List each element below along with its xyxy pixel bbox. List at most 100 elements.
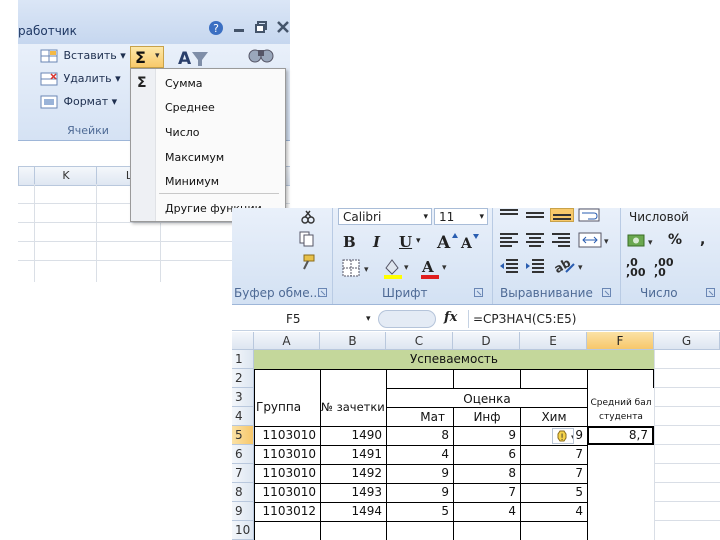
cell-chemistry[interactable]: 4 xyxy=(520,502,587,521)
cell-average[interactable] xyxy=(587,502,654,521)
close-icon[interactable] xyxy=(276,20,290,37)
cell-average-active[interactable]: 8,7 xyxy=(587,426,654,445)
align-center-icon[interactable] xyxy=(524,232,546,251)
minimize-icon[interactable] xyxy=(232,20,246,37)
formula-input[interactable]: =СРЗНАЧ(C5:E5) xyxy=(468,310,720,328)
cell-math[interactable]: 9 xyxy=(386,464,453,483)
header-subject-informatics[interactable]: Инф xyxy=(454,408,520,427)
row-header-6[interactable]: 6 xyxy=(232,445,254,464)
error-warning-icon[interactable]: ! ▾ xyxy=(552,428,575,444)
row-header-4[interactable]: 4 xyxy=(232,407,254,426)
percent-button[interactable]: % xyxy=(668,232,682,248)
autosum-button[interactable]: Σ ▾ xyxy=(130,46,164,68)
copy-icon[interactable] xyxy=(298,230,316,251)
cell-group[interactable]: 1103010 xyxy=(254,483,320,502)
chevron-down-icon[interactable]: ▾ xyxy=(416,236,421,246)
header-group[interactable]: Группа xyxy=(256,398,320,417)
row-header-5[interactable]: 5 xyxy=(232,426,254,445)
cell-group[interactable]: 1103010 xyxy=(254,464,320,483)
dialog-launcher-icon[interactable] xyxy=(602,288,612,301)
row-header-3[interactable]: 3 xyxy=(232,388,254,407)
row-header-7[interactable]: 7 xyxy=(232,464,254,483)
align-top-icon[interactable] xyxy=(498,208,520,225)
row-header-10[interactable]: 10 xyxy=(232,521,254,540)
col-header-g[interactable]: G xyxy=(654,332,720,350)
cell-informatics[interactable]: 9 xyxy=(453,426,520,445)
number-format-select[interactable]: Числовой xyxy=(624,208,716,225)
insert-function-button[interactable]: fx xyxy=(444,310,457,325)
decrease-indent-icon[interactable] xyxy=(498,258,520,277)
format-painter-icon[interactable] xyxy=(298,253,316,274)
cell-informatics[interactable]: 7 xyxy=(453,483,520,502)
header-subject-chemistry[interactable]: Хим xyxy=(521,408,587,427)
menu-item-sum[interactable]: Сумма xyxy=(165,77,203,90)
cell-chemistry[interactable]: 5 xyxy=(520,483,587,502)
col-header-a[interactable]: A xyxy=(254,332,320,350)
menu-item-average[interactable]: Среднее xyxy=(165,101,215,114)
cell-average[interactable] xyxy=(587,464,654,483)
formula-bar-splitter[interactable] xyxy=(378,310,436,328)
menu-item-max[interactable]: Максимум xyxy=(165,151,224,164)
cell-informatics[interactable]: 8 xyxy=(453,464,520,483)
name-box[interactable]: F5 ▾ xyxy=(236,310,376,328)
cell-book[interactable]: 1491 xyxy=(320,445,386,464)
col-header-e[interactable]: E xyxy=(520,332,587,350)
align-bottom-icon[interactable] xyxy=(550,208,574,222)
cell-average[interactable] xyxy=(587,483,654,502)
cell-chemistry[interactable]: 7 xyxy=(520,464,587,483)
header-book-number[interactable]: № зачетки xyxy=(321,398,386,417)
insert-button[interactable]: Вставить ▾ xyxy=(40,48,126,64)
font-name-select[interactable]: Calibri ▾ xyxy=(338,208,432,225)
dialog-launcher-icon[interactable] xyxy=(706,288,716,301)
menu-item-count[interactable]: Число xyxy=(165,126,200,139)
borders-icon[interactable]: ▾ xyxy=(342,258,374,281)
decrease-decimal-button[interactable]: ,00 ,0 xyxy=(654,257,674,278)
col-header-d[interactable]: D xyxy=(453,332,520,350)
wrap-text-icon[interactable] xyxy=(578,208,602,225)
format-button[interactable]: Формат ▾ xyxy=(40,94,117,110)
increase-indent-icon[interactable] xyxy=(524,258,546,277)
row-header-1[interactable]: 1 xyxy=(232,350,254,369)
col-header-c[interactable]: C xyxy=(386,332,453,350)
cell-chemistry[interactable]: 7 xyxy=(520,445,587,464)
cell-group[interactable]: 1103012 xyxy=(254,502,320,521)
merge-center-icon[interactable]: ▾ xyxy=(578,232,612,251)
cut-icon[interactable] xyxy=(300,210,316,227)
cell-informatics[interactable]: 6 xyxy=(453,445,520,464)
align-right-icon[interactable] xyxy=(550,232,572,251)
underline-button[interactable]: U xyxy=(398,232,413,252)
header-grade[interactable]: Оценка xyxy=(387,390,587,409)
shrink-font-icon[interactable]: A xyxy=(460,230,482,255)
row-header-8[interactable]: 8 xyxy=(232,483,254,502)
currency-icon[interactable]: ▾ xyxy=(626,232,660,253)
row-header-9[interactable]: 9 xyxy=(232,502,254,521)
font-size-select[interactable]: 11 ▾ xyxy=(434,208,488,225)
align-left-icon[interactable] xyxy=(498,232,520,251)
fill-color-icon[interactable]: ▾ xyxy=(382,256,414,283)
header-average[interactable]: Средний бал студента xyxy=(589,396,653,426)
cell-book[interactable]: 1494 xyxy=(320,502,386,521)
cell-math[interactable]: 4 xyxy=(386,445,453,464)
dialog-launcher-icon[interactable] xyxy=(318,288,328,301)
find-select-icon[interactable] xyxy=(246,44,276,71)
grow-font-icon[interactable]: A xyxy=(436,230,458,255)
cell-book[interactable]: 1490 xyxy=(320,426,386,445)
cell-book[interactable]: 1492 xyxy=(320,464,386,483)
row-header-2[interactable]: 2 xyxy=(232,369,254,388)
dialog-launcher-icon[interactable] xyxy=(474,288,484,301)
italic-button[interactable]: I xyxy=(372,232,381,252)
delete-button[interactable]: Удалить ▾ xyxy=(40,71,121,87)
col-header-f[interactable]: F xyxy=(587,332,654,350)
col-header-b[interactable]: B xyxy=(320,332,386,350)
col-header-k[interactable]: K xyxy=(34,166,98,186)
select-all-corner[interactable] xyxy=(232,332,254,350)
cell-math[interactable]: 5 xyxy=(386,502,453,521)
cell-math[interactable]: 8 xyxy=(386,426,453,445)
cell-group[interactable]: 1103010 xyxy=(254,426,320,445)
table-title-cell[interactable]: Успеваемость xyxy=(254,350,654,369)
cell-group[interactable]: 1103010 xyxy=(254,445,320,464)
cell-book[interactable]: 1493 xyxy=(320,483,386,502)
cell-average[interactable] xyxy=(587,445,654,464)
align-middle-icon[interactable] xyxy=(524,208,546,225)
restore-icon[interactable] xyxy=(254,20,268,37)
